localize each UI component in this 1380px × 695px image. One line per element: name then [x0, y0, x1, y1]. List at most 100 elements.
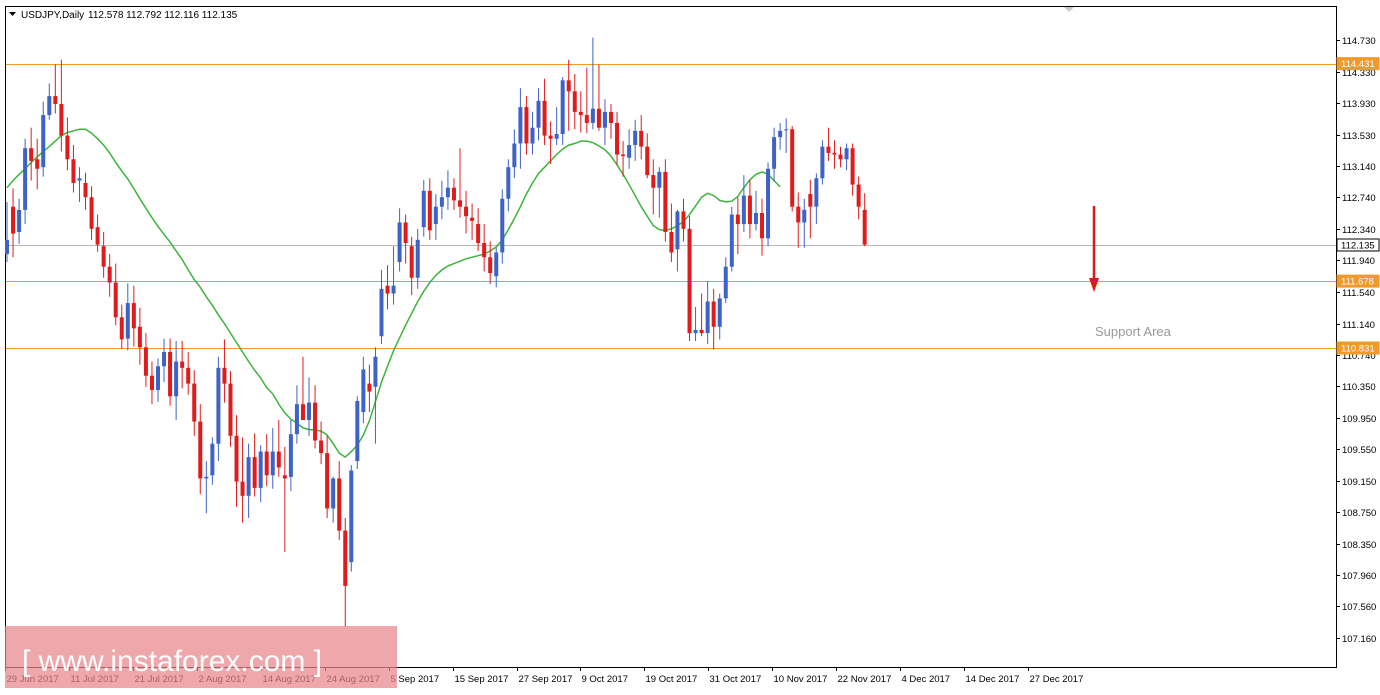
candle-body — [772, 137, 777, 169]
candle-body — [276, 451, 281, 468]
candle — [687, 216, 692, 341]
candle-body — [35, 159, 40, 169]
candle-body — [439, 197, 444, 207]
x-tick-label: 22 Nov 2017 — [838, 674, 892, 685]
candle-body — [337, 478, 342, 531]
candle-body — [433, 206, 438, 225]
candle-body — [397, 222, 402, 262]
candle-body — [482, 243, 487, 258]
candle-body — [282, 475, 287, 479]
y-tick-label: 113.140 — [1342, 162, 1376, 173]
candle-body — [137, 326, 142, 348]
candle-body — [796, 206, 801, 223]
y-tick-label: 111.940 — [1342, 256, 1375, 267]
candle-body — [651, 175, 656, 188]
candle-body — [518, 107, 523, 144]
candle-body — [669, 231, 674, 253]
candle-body — [270, 451, 275, 476]
candle — [500, 189, 505, 264]
y-tick-label: 107.960 — [1342, 571, 1376, 582]
candle-body — [355, 401, 360, 462]
candle-body — [747, 195, 752, 225]
candle-body — [131, 303, 136, 329]
y-tick-label: 109.150 — [1342, 477, 1376, 488]
candle-body — [850, 148, 855, 185]
candle-body — [343, 530, 348, 586]
candle-body — [524, 107, 529, 144]
candle-body — [361, 369, 366, 413]
y-tick-label: 112.740 — [1342, 193, 1376, 204]
x-tick-label: 9 Oct 2017 — [582, 674, 628, 685]
candle-body — [584, 115, 589, 123]
candle-body — [566, 80, 571, 92]
candle-body — [17, 209, 22, 232]
candle-body — [778, 130, 783, 138]
candle-body — [596, 108, 601, 128]
level-price-label-0: 114.431 — [1341, 59, 1375, 70]
watermark-text: [ www.instaforex.com ] — [22, 645, 322, 678]
candle-body — [331, 478, 336, 509]
y-tick-label: 112.340 — [1342, 225, 1376, 236]
price-axis: 114.730114.330113.930113.530113.140112.7… — [1336, 36, 1380, 645]
candle-body — [95, 227, 100, 245]
candle-body — [83, 182, 88, 198]
ohlc-values: 112.578 112.792 112.116 112.135 — [88, 10, 238, 21]
candle-body — [240, 481, 245, 496]
x-tick-label: 5 Sep 2017 — [391, 674, 440, 685]
x-tick-label: 4 Dec 2017 — [902, 674, 951, 685]
x-tick-label: 10 Nov 2017 — [774, 674, 828, 685]
candle-body — [149, 375, 154, 390]
candle-body — [784, 129, 789, 131]
candle-body — [627, 145, 632, 158]
candle-body — [234, 435, 239, 482]
candle-body — [645, 146, 650, 176]
candle-body — [639, 130, 644, 147]
candle-body — [609, 111, 613, 123]
candle-body — [11, 206, 16, 234]
candle — [790, 126, 795, 212]
candle-body — [228, 383, 233, 436]
candle-body — [536, 100, 541, 128]
candle-body — [204, 476, 209, 479]
candle-body — [156, 366, 160, 390]
candle-body — [470, 217, 475, 221]
candle — [349, 464, 354, 572]
candle-body — [735, 214, 740, 225]
candle-body — [753, 213, 758, 225]
candle-body — [862, 209, 867, 245]
candle-body — [409, 246, 414, 278]
y-tick-label: 109.550 — [1342, 445, 1376, 456]
candle-body — [820, 146, 825, 179]
candle-body — [403, 222, 408, 244]
level-price-label-2: 110.831 — [1341, 344, 1375, 355]
candle-body — [65, 135, 70, 160]
candle-body — [500, 198, 505, 253]
candle-body — [113, 282, 118, 318]
candle-body — [41, 115, 46, 168]
y-tick-label: 110.350 — [1342, 382, 1376, 393]
candle-body — [464, 206, 469, 217]
candle-body — [59, 103, 64, 136]
candle-body — [162, 352, 167, 367]
x-tick-label: 27 Sep 2017 — [519, 674, 573, 685]
level-price-label-3: 112.135 — [1341, 240, 1375, 251]
y-tick-label: 107.160 — [1342, 634, 1376, 645]
candle-body — [319, 440, 324, 454]
candle-body — [264, 451, 269, 476]
candle-body — [288, 434, 293, 477]
candle-body — [506, 167, 511, 199]
price-chart[interactable]: 114.730114.330113.930113.530113.140112.7… — [0, 0, 1380, 695]
candle-body — [542, 100, 547, 136]
candle-body — [681, 211, 686, 229]
candle-body — [554, 134, 559, 139]
candle-body — [687, 228, 692, 334]
candle-body — [560, 80, 565, 135]
candle-body — [427, 190, 432, 231]
symbol-label: USDJPY,Daily — [21, 10, 84, 21]
candle-body — [47, 96, 52, 116]
chart-header: USDJPY,Daily 112.578 112.792 112.116 112… — [9, 10, 238, 21]
candle-body — [29, 148, 34, 161]
candle-body — [723, 266, 728, 299]
support-area-label: Support Area — [1095, 324, 1172, 339]
candle-body — [222, 367, 227, 384]
